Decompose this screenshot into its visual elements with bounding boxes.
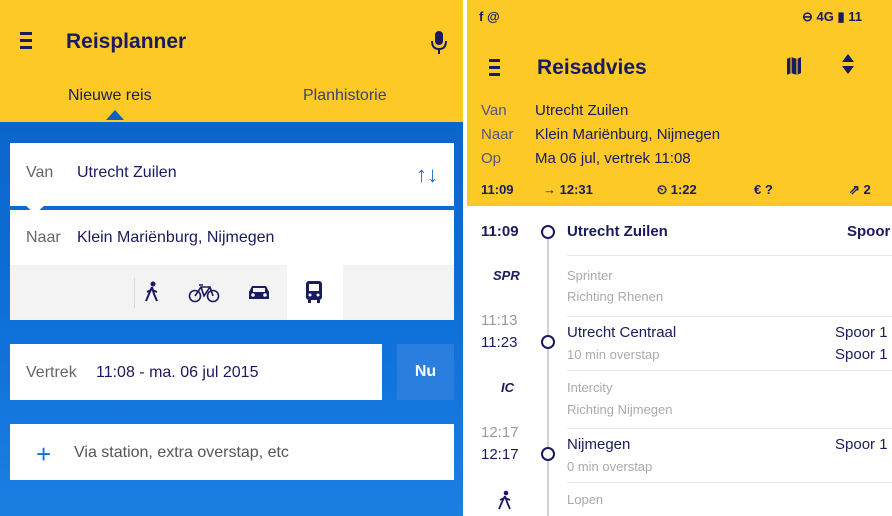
stop3-arrival: 12:17 <box>481 424 519 441</box>
naar-value: Klein Mariënburg, Nijmegen <box>77 229 275 246</box>
plus-icon[interactable]: + <box>36 439 51 470</box>
stop-dot <box>541 335 555 349</box>
stop2-name[interactable]: Utrecht Centraal <box>567 324 676 341</box>
naar-field[interactable]: Naar Klein Mariënburg, Nijmegen <box>10 210 454 265</box>
leg2-name: Intercity <box>567 380 613 395</box>
leg3-name: Lopen <box>567 492 604 507</box>
page-title: Reisadvies <box>537 56 647 79</box>
van-field[interactable]: Van Utrecht Zuilen <box>10 143 454 206</box>
stop1-time: 11:09 <box>481 223 519 240</box>
walk-icon[interactable] <box>143 281 161 303</box>
walk-icon <box>498 490 511 510</box>
naar-value: Klein Mariënburg, Nijmegen <box>535 126 721 143</box>
advies-header <box>467 30 892 206</box>
stop2-transfer: 10 min overstap <box>567 347 660 362</box>
duration: ⏲ 1:22 <box>657 182 697 197</box>
leg2-direction: Richting Nijmegen <box>567 402 673 417</box>
leg1-name: Sprinter <box>567 268 613 283</box>
stop-dot <box>541 447 555 461</box>
vertrek-value: 11:08 - ma. 06 jul 2015 <box>96 364 259 381</box>
stop2-spoor-arr: Spoor 1 <box>835 324 888 341</box>
van-value: Utrecht Zuilen <box>535 102 629 119</box>
op-value: Ma 06 jul, vertrek 11:08 <box>535 150 691 167</box>
depart-time: 11:09 <box>481 182 514 197</box>
status-notifications: f @ <box>479 9 500 24</box>
via-placeholder: Via station, extra overstap, etc <box>74 444 289 461</box>
reisplanner-screen: Reisplanner Nieuwe reis Planhistorie Van… <box>0 0 463 516</box>
transport-mode-row <box>10 265 454 320</box>
divider <box>567 428 892 429</box>
mode-divider <box>134 278 135 308</box>
van-label: Van <box>26 164 54 181</box>
stop2-departure: 11:23 <box>481 334 518 351</box>
stop3-name[interactable]: Nijmegen <box>567 436 630 453</box>
van-value: Utrecht Zuilen <box>77 164 177 181</box>
stop2-spoor-dep: Spoor 1 <box>835 346 888 363</box>
stop3-departure: 12:17 <box>481 446 519 463</box>
status-indicators: ⊖ 4G ▮ 11 <box>802 9 862 24</box>
naar-label: Naar <box>481 126 514 143</box>
vertrek-field[interactable]: Vertrek 11:08 - ma. 06 jul 2015 <box>10 344 382 400</box>
via-field[interactable]: Via station, extra overstap, etc <box>10 424 454 480</box>
tab-nieuwe-reis[interactable]: Nieuwe reis <box>68 87 152 105</box>
map-icon[interactable] <box>786 56 802 76</box>
stop1-spoor: Spoor <box>847 223 891 240</box>
tab-indicator <box>106 110 124 120</box>
stop-dot <box>541 225 555 239</box>
naar-label: Naar <box>26 229 61 246</box>
divider <box>567 370 892 371</box>
status-bar: f @ ⊖ 4G ▮ 11 <box>467 0 892 30</box>
leg1-direction: Richting Rhenen <box>567 289 664 304</box>
stop2-arrival: 11:13 <box>481 312 518 329</box>
transfers: ⇗ 2 <box>849 182 871 197</box>
divider <box>567 316 892 317</box>
car-icon[interactable] <box>246 283 272 303</box>
swap-icon[interactable]: ↑↓ <box>416 162 438 188</box>
reisadvies-screen: f @ ⊖ 4G ▮ 11 Reisadvies Van Utrecht Zui… <box>467 0 892 516</box>
menu-icon[interactable] <box>20 32 34 50</box>
stop1-name[interactable]: Utrecht Zuilen <box>567 223 668 240</box>
bus-icon[interactable] <box>304 279 324 305</box>
menu-icon[interactable] <box>489 59 501 77</box>
sort-icon[interactable] <box>841 53 855 75</box>
bike-icon[interactable] <box>188 283 220 303</box>
vertrek-label: Vertrek <box>26 364 77 381</box>
leg2-type: IC <box>501 380 514 395</box>
page-title: Reisplanner <box>66 30 187 53</box>
arrive-time: → 12:31 <box>543 182 593 197</box>
van-label: Van <box>481 102 507 119</box>
timeline-line <box>547 232 549 516</box>
divider <box>567 482 892 483</box>
nu-button[interactable]: Nu <box>397 344 454 400</box>
price: € ? <box>754 182 773 197</box>
divider <box>567 255 892 256</box>
stop3-transfer: 0 min overstap <box>567 459 653 474</box>
stop3-spoor: Spoor 1 <box>835 436 888 453</box>
leg1-type: SPR <box>493 268 520 283</box>
op-label: Op <box>481 150 502 167</box>
microphone-icon[interactable] <box>430 30 448 56</box>
tab-planhistorie[interactable]: Planhistorie <box>303 87 387 105</box>
